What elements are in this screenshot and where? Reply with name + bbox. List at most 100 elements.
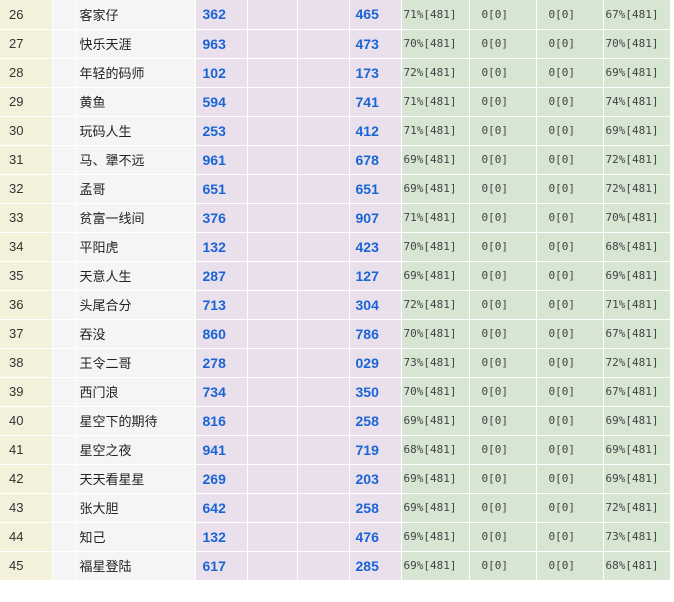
stat-rate-3: 0[0] bbox=[536, 464, 604, 494]
number-b: 423 bbox=[349, 232, 402, 262]
ranking-table: 26 客家仔 362 465 71%[481] 0[0] 0[0] 67%[481] 27 快乐天… bbox=[0, 0, 674, 581]
number-a: 278 bbox=[195, 348, 248, 378]
blank-cell bbox=[247, 522, 298, 552]
stat-rate-4: 72%[481] bbox=[603, 493, 671, 523]
number-a: 642 bbox=[195, 493, 248, 523]
table-row: 43 张大胆 642 258 69%[481] 0[0] 0[0] 72%[481] bbox=[0, 493, 674, 523]
row-edge bbox=[670, 203, 674, 233]
stat-rate-4: 69%[481] bbox=[603, 435, 671, 465]
row-index: 45 bbox=[0, 551, 53, 581]
stat-rate-4: 72%[481] bbox=[603, 174, 671, 204]
stat-rate-1: 70%[481] bbox=[401, 377, 470, 407]
row-index: 35 bbox=[0, 261, 53, 291]
row-spacer bbox=[52, 348, 76, 378]
number-b: 127 bbox=[349, 261, 402, 291]
stat-rate-1: 69%[481] bbox=[401, 174, 470, 204]
table-row: 42 天天看星星 269 203 69%[481] 0[0] 0[0] 69%[481] bbox=[0, 464, 674, 494]
number-a: 734 bbox=[195, 377, 248, 407]
stat-rate-1: 69%[481] bbox=[401, 145, 470, 175]
stat-rate-3: 0[0] bbox=[536, 58, 604, 88]
number-b: 304 bbox=[349, 290, 402, 320]
stat-rate-3: 0[0] bbox=[536, 145, 604, 175]
number-b: 678 bbox=[349, 145, 402, 175]
number-b: 258 bbox=[349, 493, 402, 523]
row-index: 32 bbox=[0, 174, 53, 204]
row-index: 33 bbox=[0, 203, 53, 233]
row-edge bbox=[670, 290, 674, 320]
number-a: 102 bbox=[195, 58, 248, 88]
row-edge bbox=[670, 0, 674, 30]
row-index: 26 bbox=[0, 0, 53, 30]
stat-rate-2: 0[0] bbox=[469, 232, 537, 262]
stat-rate-3: 0[0] bbox=[536, 261, 604, 291]
blank-cell bbox=[297, 522, 350, 552]
row-edge bbox=[670, 493, 674, 523]
stat-rate-1: 69%[481] bbox=[401, 551, 470, 581]
user-name: 王令二哥 bbox=[75, 348, 196, 378]
number-b: 285 bbox=[349, 551, 402, 581]
number-a: 269 bbox=[195, 464, 248, 494]
blank-cell bbox=[297, 116, 350, 146]
row-spacer bbox=[52, 435, 76, 465]
blank-cell bbox=[247, 435, 298, 465]
stat-rate-2: 0[0] bbox=[469, 174, 537, 204]
number-a: 132 bbox=[195, 522, 248, 552]
stat-rate-3: 0[0] bbox=[536, 0, 604, 30]
stat-rate-2: 0[0] bbox=[469, 406, 537, 436]
blank-cell bbox=[297, 493, 350, 523]
number-b: 473 bbox=[349, 29, 402, 59]
blank-cell bbox=[247, 377, 298, 407]
blank-cell bbox=[297, 87, 350, 117]
number-b: 173 bbox=[349, 58, 402, 88]
row-edge bbox=[670, 58, 674, 88]
row-index: 40 bbox=[0, 406, 53, 436]
stat-rate-2: 0[0] bbox=[469, 319, 537, 349]
stat-rate-1: 71%[481] bbox=[401, 87, 470, 117]
row-edge bbox=[670, 261, 674, 291]
row-spacer bbox=[52, 58, 76, 88]
table-row: 26 客家仔 362 465 71%[481] 0[0] 0[0] 67%[481] bbox=[0, 0, 674, 30]
table-row: 34 平阳虎 132 423 70%[481] 0[0] 0[0] 68%[481] bbox=[0, 232, 674, 262]
stat-rate-1: 71%[481] bbox=[401, 203, 470, 233]
user-name: 玩码人生 bbox=[75, 116, 196, 146]
user-name: 黄鱼 bbox=[75, 87, 196, 117]
stat-rate-3: 0[0] bbox=[536, 493, 604, 523]
blank-cell bbox=[247, 29, 298, 59]
stat-rate-4: 70%[481] bbox=[603, 29, 671, 59]
row-edge bbox=[670, 319, 674, 349]
row-edge bbox=[670, 377, 674, 407]
number-a: 132 bbox=[195, 232, 248, 262]
number-a: 594 bbox=[195, 87, 248, 117]
blank-cell bbox=[247, 290, 298, 320]
row-spacer bbox=[52, 145, 76, 175]
user-name: 吞没 bbox=[75, 319, 196, 349]
table-row: 40 星空下的期待 816 258 69%[481] 0[0] 0[0] 69%[481] bbox=[0, 406, 674, 436]
stat-rate-1: 69%[481] bbox=[401, 261, 470, 291]
blank-cell bbox=[247, 319, 298, 349]
stat-rate-4: 73%[481] bbox=[603, 522, 671, 552]
row-index: 44 bbox=[0, 522, 53, 552]
table-row: 30 玩码人生 253 412 71%[481] 0[0] 0[0] 69%[481] bbox=[0, 116, 674, 146]
stat-rate-3: 0[0] bbox=[536, 348, 604, 378]
user-name: 天意人生 bbox=[75, 261, 196, 291]
blank-cell bbox=[247, 203, 298, 233]
row-edge bbox=[670, 145, 674, 175]
row-index: 30 bbox=[0, 116, 53, 146]
stat-rate-1: 71%[481] bbox=[401, 0, 470, 30]
stat-rate-2: 0[0] bbox=[469, 522, 537, 552]
row-spacer bbox=[52, 174, 76, 204]
user-name: 孟哥 bbox=[75, 174, 196, 204]
table-row: 38 王令二哥 278 029 73%[481] 0[0] 0[0] 72%[481] bbox=[0, 348, 674, 378]
row-edge bbox=[670, 174, 674, 204]
number-b: 786 bbox=[349, 319, 402, 349]
stat-rate-4: 71%[481] bbox=[603, 290, 671, 320]
stat-rate-3: 0[0] bbox=[536, 29, 604, 59]
stat-rate-2: 0[0] bbox=[469, 203, 537, 233]
stat-rate-1: 72%[481] bbox=[401, 290, 470, 320]
row-spacer bbox=[52, 0, 76, 30]
stat-rate-3: 0[0] bbox=[536, 406, 604, 436]
number-b: 258 bbox=[349, 406, 402, 436]
row-edge bbox=[670, 87, 674, 117]
number-a: 941 bbox=[195, 435, 248, 465]
number-a: 287 bbox=[195, 261, 248, 291]
